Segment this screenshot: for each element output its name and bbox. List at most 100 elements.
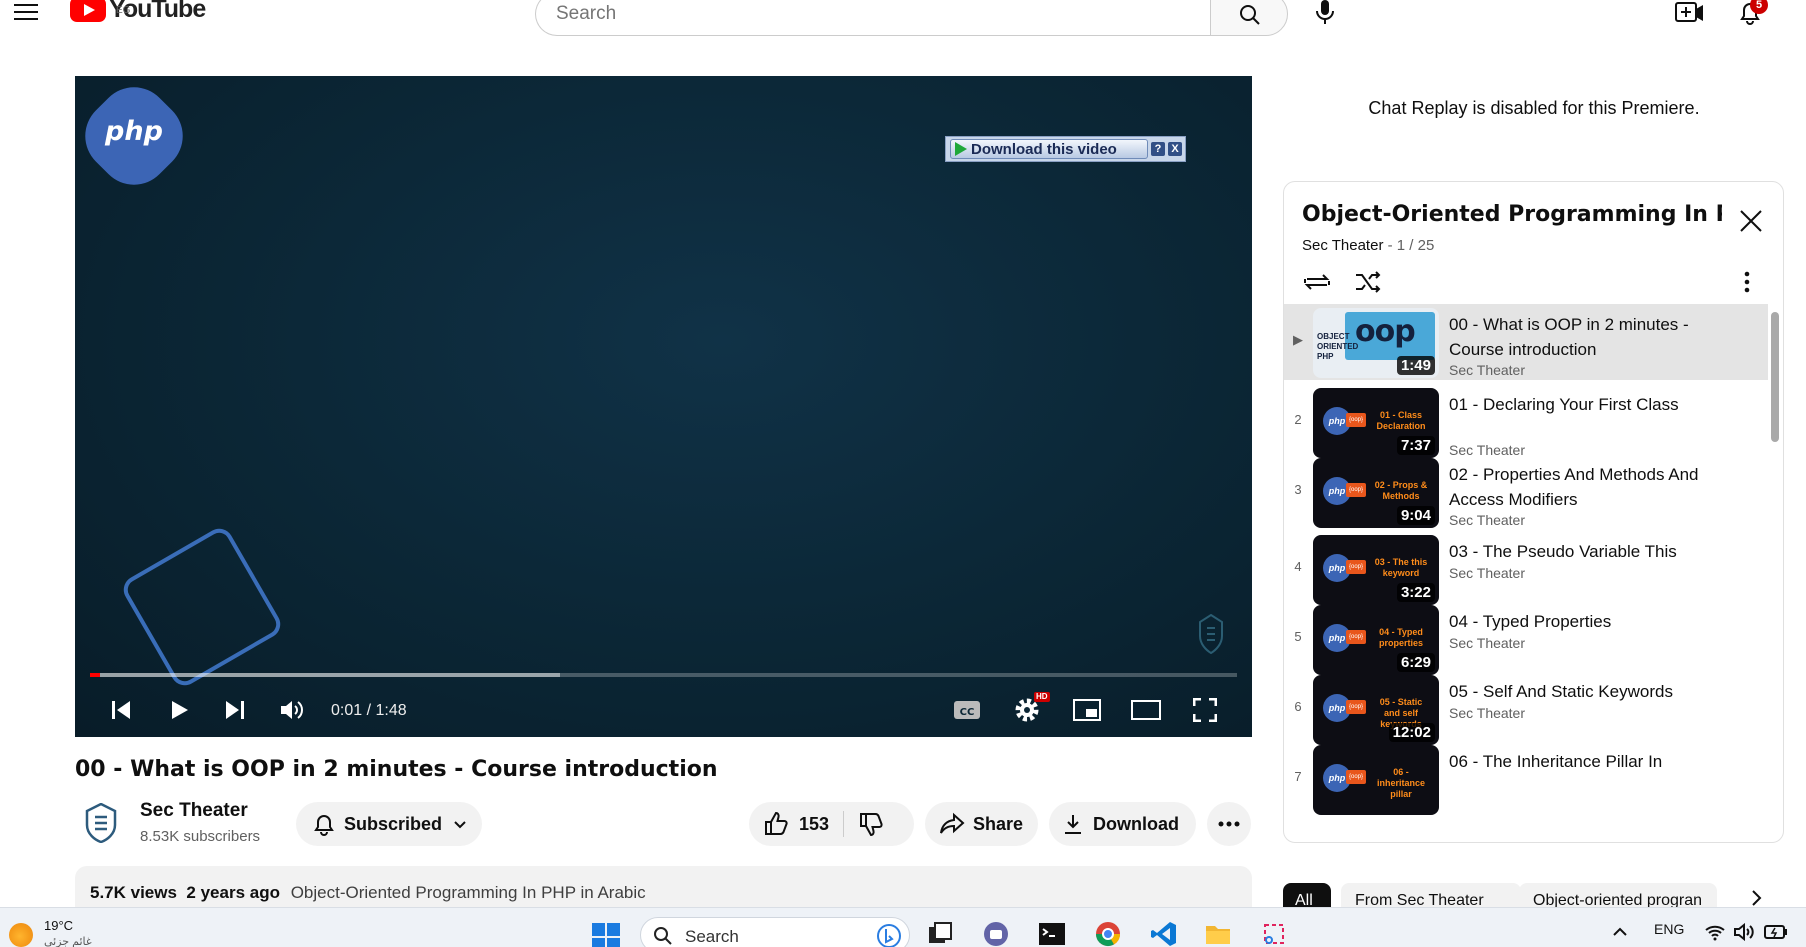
close-icon[interactable] <box>1738 208 1764 234</box>
thumbnail-text: 06 - inheritance pillar <box>1376 767 1425 799</box>
playlist-item-title[interactable]: 03 - The Pseudo Variable This <box>1449 539 1709 564</box>
search-button[interactable] <box>1210 0 1288 36</box>
playlist-item-thumbnail[interactable]: php {oop} 06 - inheritance pillar <box>1313 745 1439 815</box>
like-icon[interactable] <box>763 811 789 837</box>
volume-button[interactable] <box>276 694 308 726</box>
channel-name[interactable]: Sec Theater <box>140 800 248 822</box>
playlist-item-thumbnail[interactable]: php {oop} 01 - Class Declaration 7:37 <box>1313 388 1439 458</box>
description-tag[interactable]: Object-Oriented Programming In PHP in Ar… <box>291 883 646 902</box>
create-button[interactable] <box>1675 0 1705 26</box>
playlist-item[interactable]: ▶ oop OBJECT ORIENTED PHP 1:49 00 - What is … <box>1284 304 1768 380</box>
next-button[interactable] <box>219 694 251 726</box>
playlist-position: 1 / 25 <box>1396 237 1435 254</box>
playlist-item[interactable]: 2 php {oop} 01 - Class Declaration 7:37 01 - … <box>1284 384 1768 460</box>
bing-icon[interactable] <box>877 924 901 947</box>
taskbar-search[interactable]: Search <box>640 917 910 947</box>
shuffle-icon[interactable] <box>1354 270 1382 294</box>
voice-search-button[interactable] <box>1313 0 1337 26</box>
windows-taskbar: 19°C غائم جزئي Search ENG <box>0 907 1806 947</box>
progress-played <box>90 673 101 677</box>
language-indicator[interactable]: ENG <box>1654 921 1684 937</box>
playlist-item-title[interactable]: 04 - Typed Properties <box>1449 609 1709 634</box>
subscribe-label: Subscribed <box>344 813 443 834</box>
download-help-button[interactable]: ? <box>1151 142 1165 156</box>
playlist-item-thumbnail[interactable]: oop OBJECT ORIENTED PHP 1:49 <box>1313 308 1439 378</box>
playlist-item[interactable]: 7 php {oop} 06 - inheritance pillar 06 - The… <box>1284 741 1768 817</box>
playlist-item[interactable]: 6 php{oop}05 - Static and self keywords12… <box>1284 671 1768 747</box>
play-button[interactable] <box>163 694 195 726</box>
playlist-item[interactable]: 4 php {oop} 03 - The this keyword 3:22 03 - T… <box>1284 531 1768 607</box>
loop-icon[interactable] <box>1302 270 1332 294</box>
playlist-item[interactable]: 5 php {oop} 04 - Typed properties 6:29 04 - T… <box>1284 601 1768 677</box>
share-button[interactable]: Share <box>925 802 1038 846</box>
search-input[interactable] <box>556 3 1156 25</box>
bell-icon <box>314 815 334 836</box>
fullscreen-icon <box>1193 698 1217 722</box>
youtube-logo[interactable]: YouTube <box>70 0 206 24</box>
playlist-item-thumbnail[interactable]: php {oop} 04 - Typed properties 6:29 <box>1313 605 1439 675</box>
svg-text:CC: CC <box>960 707 975 718</box>
chrome-icon[interactable] <box>1094 920 1122 947</box>
playlist-item-index: 4 <box>1294 559 1302 574</box>
terminal-icon[interactable] <box>1038 920 1066 947</box>
thumbnail-text: 04 - Typed properties <box>1378 627 1423 648</box>
menu-icon[interactable] <box>12 0 40 22</box>
channel-avatar[interactable] <box>85 803 117 843</box>
search-box[interactable] <box>535 0 1211 36</box>
channel-watermark-icon[interactable] <box>1198 614 1224 654</box>
share-label: Share <box>973 813 1024 834</box>
playlist-item-index: 6 <box>1294 699 1302 714</box>
subscribe-button[interactable]: Subscribed <box>296 802 482 846</box>
chevron-up-icon[interactable] <box>1612 925 1628 937</box>
more-actions-button[interactable] <box>1207 802 1251 846</box>
teams-icon[interactable] <box>982 920 1010 947</box>
miniplayer-button[interactable] <box>1071 694 1103 726</box>
hd-badge: HD <box>1034 692 1050 702</box>
chevron-right-icon[interactable] <box>1748 888 1766 908</box>
captions-button[interactable]: CC <box>951 694 983 726</box>
playlist-item-index: 5 <box>1294 629 1302 644</box>
thumbnail-text: 02 - Props & Methods <box>1374 480 1428 501</box>
more-vertical-icon[interactable] <box>1744 270 1750 294</box>
speaker-icon[interactable] <box>1733 923 1755 941</box>
video-player[interactable]: php Download this video ? X 0:01 / 1:48 … <box>75 76 1252 737</box>
description-meta: 5.7K views 2 years ago Object-Oriented P… <box>90 883 646 903</box>
wifi-icon[interactable] <box>1704 923 1726 941</box>
battery-icon[interactable] <box>1764 924 1788 940</box>
playlist-item-thumbnail[interactable]: php{oop}05 - Static and self keywords12:… <box>1313 675 1439 745</box>
playlist-channel[interactable]: Sec Theater <box>1302 237 1383 254</box>
miniplayer-icon <box>1073 699 1101 721</box>
php-logo-text: php <box>105 116 163 147</box>
download-close-button[interactable]: X <box>1168 142 1182 156</box>
playlist-item-title[interactable]: 01 - Declaring Your First Class <box>1449 392 1709 417</box>
progress-bar[interactable] <box>90 673 1237 677</box>
playlist-item-title[interactable]: 05 - Self And Static Keywords <box>1449 679 1709 704</box>
theater-mode-button[interactable] <box>1130 694 1162 726</box>
playlist-item-thumbnail[interactable]: php {oop} 02 - Props & Methods 9:04 <box>1313 458 1439 528</box>
vscode-icon[interactable] <box>1150 920 1178 947</box>
playlist-item-title[interactable]: 02 - Properties And Methods And Access M… <box>1449 462 1709 512</box>
download-button[interactable]: Download <box>1049 802 1196 846</box>
time-display: 0:01 / 1:48 <box>331 702 407 719</box>
playlist-item-title[interactable]: 06 - The Inheritance Pillar In <box>1449 749 1709 774</box>
subscriber-count: 8.53K subscribers <box>140 828 261 845</box>
weather-temperature[interactable]: 19°C <box>44 918 73 933</box>
task-view-icon[interactable] <box>926 920 954 947</box>
file-explorer-icon[interactable] <box>1204 920 1232 947</box>
playlist-item-channel: Sec Theater <box>1449 512 1526 528</box>
fullscreen-button[interactable] <box>1189 694 1221 726</box>
playlist-item[interactable]: 3 php {oop} 02 - Props & Methods 9:04 02 - Pr… <box>1284 454 1768 530</box>
windows-start-icon[interactable] <box>592 923 620 947</box>
playlist-scrollbar[interactable] <box>1771 312 1779 442</box>
playlist-item-thumbnail[interactable]: php {oop} 03 - The this keyword 3:22 <box>1313 535 1439 605</box>
playlist-item-title[interactable]: 00 - What is OOP in 2 minutes - Course i… <box>1449 312 1709 362</box>
weather-icon[interactable] <box>9 923 33 947</box>
create-video-icon <box>1675 2 1703 22</box>
playlist-title[interactable]: Object-Oriented Programming In PH... <box>1302 202 1722 227</box>
playlist-panel: Object-Oriented Programming In PH... Sec… <box>1283 181 1784 843</box>
previous-button[interactable] <box>105 694 137 726</box>
masthead: YouTube EG 5 <box>0 0 1806 40</box>
dislike-icon[interactable] <box>858 811 884 837</box>
snipping-tool-icon[interactable] <box>1260 920 1288 947</box>
download-video-button[interactable]: Download this video <box>950 139 1148 159</box>
